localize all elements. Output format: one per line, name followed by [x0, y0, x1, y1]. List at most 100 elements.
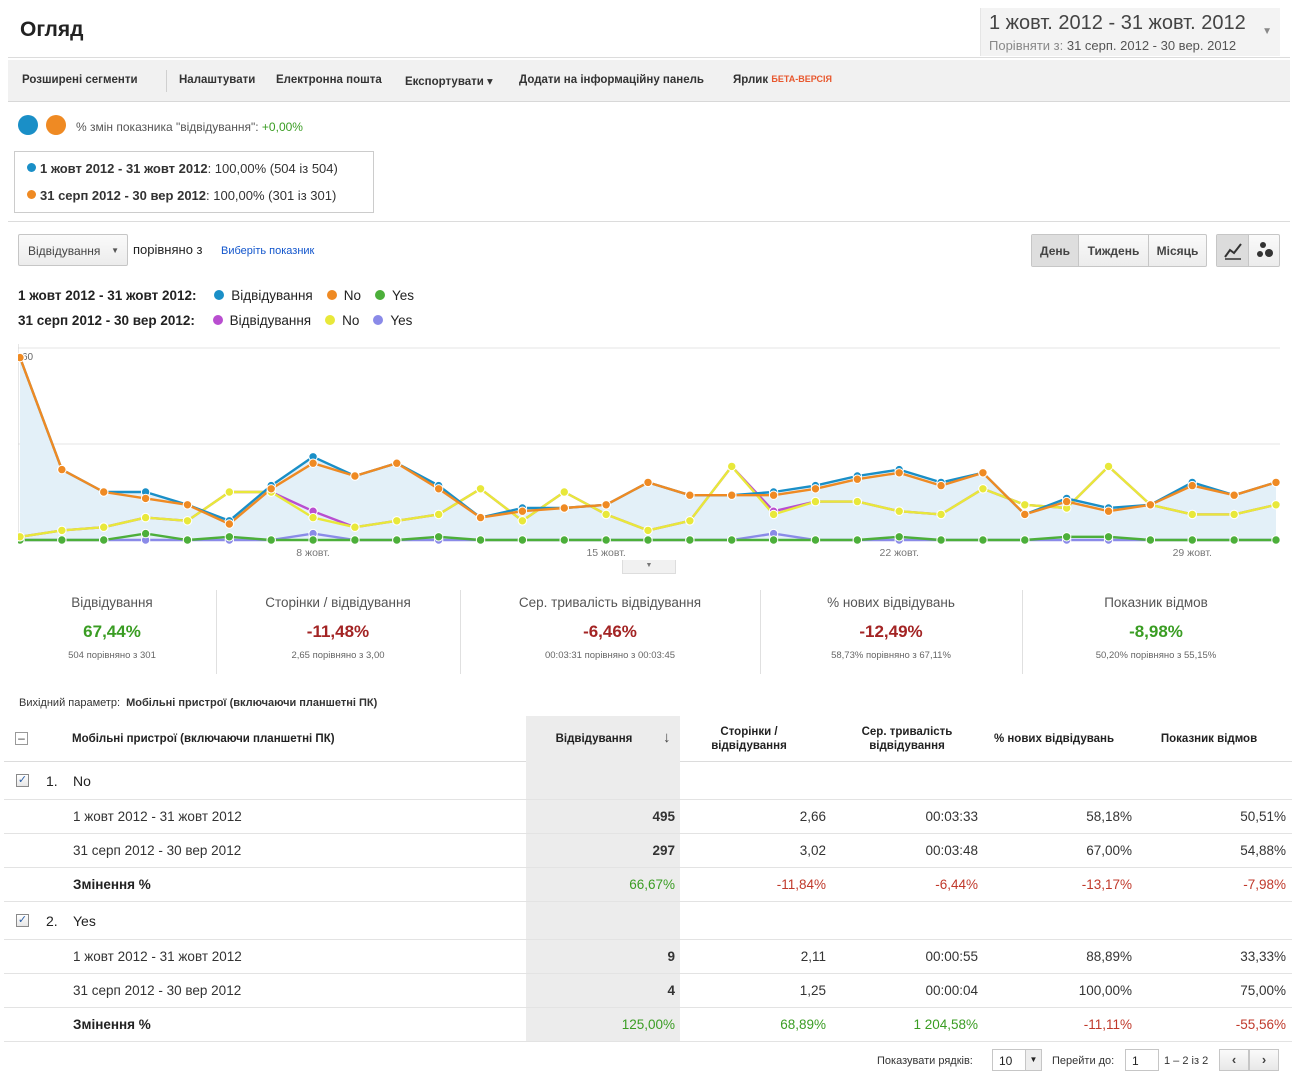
orange-dot-icon	[27, 190, 36, 199]
primary-dimension-line: Вихідний параметр: Мобільні пристрої (вкл…	[19, 697, 378, 709]
x-tick-label: 29 жовт.	[1173, 547, 1212, 559]
data-point	[308, 458, 318, 468]
scorecard-title: Показник відмов	[1104, 595, 1208, 610]
compare-legend-item[interactable]: No	[325, 313, 359, 328]
data-point	[978, 468, 988, 478]
change-visits: 66,67%	[629, 877, 675, 892]
choose-metric-link[interactable]: Виберіть показник	[221, 245, 314, 257]
cell-new: 100,00%	[1078, 983, 1132, 998]
cell-duration: 00:00:04	[925, 983, 978, 998]
page-title: Огляд	[20, 18, 84, 41]
data-point	[936, 509, 946, 520]
cell-visits: 297	[652, 843, 675, 858]
compare-legend-item[interactable]: Відвідування	[212, 313, 311, 328]
row-period-label: 31 серп 2012 - 30 вер 2012	[73, 843, 242, 858]
line-chart-button[interactable]	[1217, 235, 1249, 266]
show-rows-label: Показувати рядків:	[877, 1055, 973, 1067]
x-tick-label: 15 жовт.	[586, 547, 625, 559]
group-index: 2.	[46, 913, 58, 929]
col-header-avg-duration[interactable]: Сер. тривалість відвідування	[844, 725, 970, 753]
week-button[interactable]: Тиждень	[1079, 235, 1149, 266]
group-name[interactable]: No	[73, 773, 91, 789]
scorecard[interactable]: Сторінки / відвідування -11,48% 2,65 порів…	[216, 590, 460, 675]
x-tick-label: 22 жовт.	[880, 547, 919, 559]
data-point	[99, 487, 109, 497]
col-header-new-visits[interactable]: % нових відвідувань	[984, 732, 1124, 746]
chevron-down-icon: ▼	[111, 246, 119, 255]
col-header-visits[interactable]: Відвідування	[549, 732, 639, 746]
metric-dropdown[interactable]: Відвідування ▼	[18, 234, 128, 266]
cell-pages: 3,02	[799, 843, 826, 858]
blue-dot-icon	[27, 163, 36, 172]
shortcut-button[interactable]: Ярлик БЕТА-ВЕРСІЯ	[733, 74, 832, 86]
compare-range-text: Порівняти з: 31 серп. 2012 - 30 вер. 201…	[989, 38, 1237, 53]
primary-legend-item[interactable]: No	[326, 288, 361, 303]
next-page-button[interactable]: ›	[1249, 1049, 1279, 1071]
change-new: -11,11%	[1083, 1017, 1132, 1032]
data-point	[224, 532, 235, 542]
add-to-dashboard-button[interactable]: Додати на інформаційну панель	[519, 74, 704, 86]
compare-legend-item[interactable]: Yes	[373, 313, 412, 328]
goto-page-input[interactable]: 1	[1125, 1049, 1159, 1071]
visits-line-chart[interactable]: 60308 жовт.15 жовт.22 жовт.29 жовт.	[18, 338, 1280, 564]
cell-pages: 1,25	[799, 983, 826, 998]
cell-new: 58,18%	[1086, 809, 1132, 824]
group-name[interactable]: Yes	[73, 913, 96, 929]
advanced-segments-button[interactable]: Розширені сегменти	[22, 74, 138, 86]
row-checkbox[interactable]: ✓	[16, 774, 29, 787]
data-point	[559, 503, 569, 513]
table-group-row[interactable]: ✓ 2. Yes	[4, 902, 1292, 940]
chart-resize-handle[interactable]: ▼	[622, 560, 676, 574]
legend-label: No	[342, 313, 360, 328]
compare-segment-pie-icon[interactable]	[46, 115, 66, 135]
data-point	[1271, 535, 1280, 545]
date-range-picker[interactable]: 1 жовт. 2012 - 31 жовт. 2012 Порівняти з…	[980, 8, 1280, 56]
export-button[interactable]: Експортувати ▾	[405, 74, 493, 88]
primary-legend-item[interactable]: Відвідування	[214, 288, 313, 303]
data-point	[266, 535, 276, 545]
scorecard-title: Сторінки / відвідування	[265, 595, 411, 610]
data-point	[1061, 496, 1072, 507]
legend-label: No	[343, 288, 361, 303]
cell-duration: 00:00:55	[925, 949, 978, 964]
scorecard[interactable]: % нових відвідувань -12,49% 58,73% порівня…	[760, 590, 1022, 675]
collapse-all-icon[interactable]: –	[15, 732, 28, 745]
data-point	[224, 519, 235, 529]
data-point	[643, 477, 653, 488]
sorted-column-bg	[526, 902, 680, 939]
row-period-label: 1 жовт 2012 - 31 жовт 2012	[73, 809, 242, 824]
customize-button[interactable]: Налаштувати	[179, 74, 255, 86]
col-header-dimension[interactable]: Мобільні пристрої (включаючи планшетні П…	[72, 732, 335, 746]
col-header-bounce-rate[interactable]: Показник відмов	[1144, 732, 1274, 746]
primary-dimension-value[interactable]: Мобільні пристрої (включаючи планшетні П…	[126, 697, 377, 709]
data-point	[433, 484, 444, 494]
month-button[interactable]: Місяць	[1149, 235, 1206, 266]
col-header-pages-per-visit[interactable]: Сторінки / відвідування	[700, 725, 798, 753]
row-checkbox[interactable]: ✓	[16, 914, 29, 927]
scorecard[interactable]: Показник відмов -8,98% 50,20% порівняно з …	[1022, 590, 1290, 675]
primary-segment-pie-icon[interactable]	[18, 115, 38, 135]
email-button[interactable]: Електронна пошта	[276, 74, 382, 86]
scorecard[interactable]: Відвідування 67,44% 504 порівняно з 301	[8, 590, 216, 675]
data-point	[936, 535, 946, 545]
scorecard[interactable]: Сер. тривалість відвідування -6,46% 00:03:…	[460, 590, 760, 675]
motion-chart-button[interactable]	[1249, 235, 1281, 266]
data-point	[57, 464, 67, 475]
rows-per-page-select[interactable]: 10 ▼	[992, 1049, 1042, 1071]
report-toolbar: Розширені сегменти Налаштувати Електронн…	[8, 60, 1290, 102]
table-group-row[interactable]: ✓ 1. No	[4, 762, 1292, 800]
data-point	[601, 535, 611, 545]
table-row: 1 жовт 2012 - 31 жовт 2012 495 2,66 00:03:3…	[4, 800, 1292, 834]
period-toggle: День Тиждень Місяць	[1031, 234, 1207, 267]
data-point	[727, 535, 737, 545]
prev-page-button[interactable]: ‹	[1219, 1049, 1249, 1071]
data-point	[475, 535, 486, 545]
toolbar-divider	[166, 70, 167, 92]
scorecard-comparison: 58,73% порівняно з 67,11%	[831, 650, 951, 661]
data-point	[433, 509, 444, 520]
data-point	[894, 532, 904, 542]
day-button[interactable]: День	[1032, 235, 1079, 266]
primary-legend-item[interactable]: Yes	[374, 288, 414, 303]
data-point	[350, 471, 360, 481]
sorted-column-bg	[526, 940, 680, 973]
